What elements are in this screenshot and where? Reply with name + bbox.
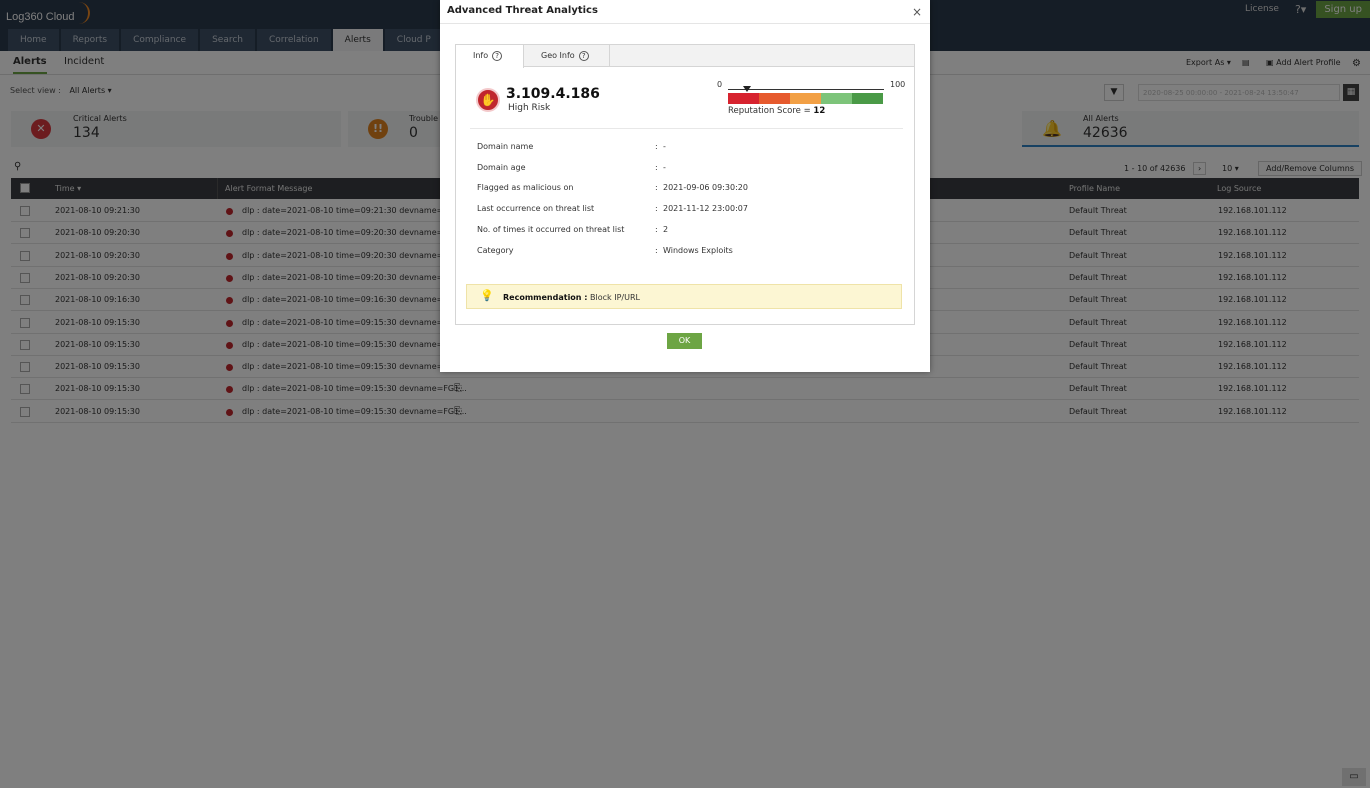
divider (440, 23, 930, 24)
modal-tabs: Info? Geo Info? (456, 45, 914, 68)
tab-info[interactable]: Info? (456, 45, 524, 68)
help-icon[interactable]: ? (578, 51, 589, 61)
reputation-segment (821, 93, 852, 104)
reputation-segment (790, 93, 821, 104)
reputation-segment (852, 93, 883, 104)
recommendation-text: Recommendation : Block IP/URL (503, 293, 640, 302)
detail-value: 2021-09-06 09:30:20 (663, 183, 748, 193)
recommendation-box: 💡 Recommendation : Block IP/URL (466, 284, 902, 309)
detail-value: - (663, 162, 666, 172)
reputation-marker-icon (742, 86, 751, 92)
tab-geo-info[interactable]: Geo Info? (524, 45, 610, 67)
reputation-scale-line (728, 89, 884, 90)
stop-hand-icon: ✋ (476, 88, 500, 112)
ip-address: 3.109.4.186 (506, 86, 600, 102)
detail-label: Category (477, 245, 514, 255)
reputation-min: 0 (717, 80, 723, 89)
ok-button[interactable]: OK (667, 333, 702, 349)
detail-value: 2 (663, 224, 669, 234)
reputation-segment (759, 93, 790, 104)
detail-value: Windows Exploits (663, 245, 733, 255)
detail-value: - (663, 142, 666, 151)
help-icon[interactable]: ? (492, 51, 503, 61)
detail-colon: : (655, 183, 658, 193)
detail-label: Flagged as malicious on (477, 183, 574, 193)
detail-label: Domain name (477, 142, 534, 151)
detail-colon: : (655, 142, 658, 151)
reputation-score-text: Reputation Score = 12 (728, 106, 826, 116)
detail-colon: : (655, 245, 658, 255)
risk-level: High Risk (508, 103, 551, 113)
divider (470, 128, 903, 129)
threat-analytics-modal: Advanced Threat Analytics × Info? Geo In… (440, 0, 930, 372)
detail-colon: : (655, 162, 658, 172)
detail-label: Domain age (477, 162, 526, 172)
detail-label: No. of times it occurred on threat list (477, 224, 625, 234)
reputation-max: 100 (890, 80, 906, 89)
close-icon[interactable]: × (912, 5, 922, 19)
reputation-segment (728, 93, 759, 104)
detail-label: Last occurrence on threat list (477, 204, 595, 214)
modal-title: Advanced Threat Analytics (447, 5, 598, 16)
reputation-bar (728, 93, 883, 104)
detail-colon: : (655, 224, 658, 234)
lightbulb-icon: 💡 (480, 289, 494, 302)
detail-value: 2021-11-12 23:00:07 (663, 204, 748, 214)
detail-colon: : (655, 204, 658, 214)
